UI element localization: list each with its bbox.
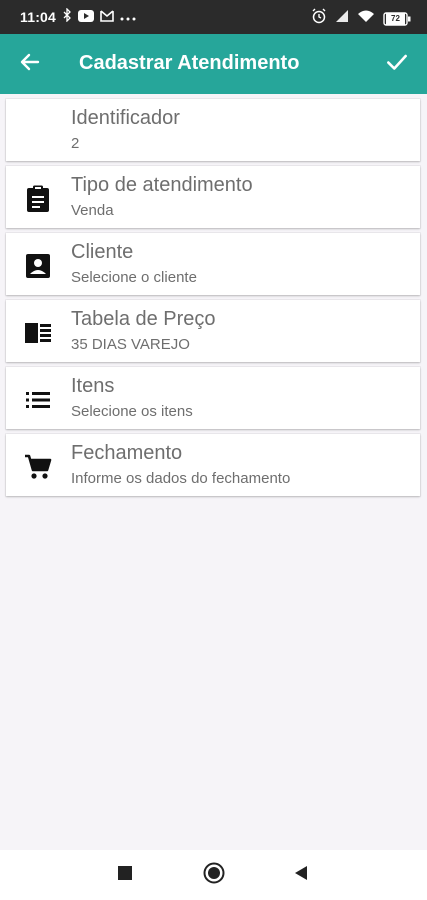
cart-icon (24, 453, 52, 481)
page-title: Cadastrar Atendimento (79, 52, 300, 74)
wifi-icon (357, 9, 375, 28)
back-button[interactable] (14, 48, 46, 80)
signal-icon (335, 9, 349, 28)
item-title: Identificador (71, 107, 180, 129)
item-title: Tabela de Preço (71, 308, 216, 330)
battery-icon: 72 (383, 11, 411, 26)
list-item-cliente[interactable]: Cliente Selecione o cliente (6, 233, 420, 295)
status-time: 11:04 (20, 9, 57, 25)
item-subtitle: Informe os dados do fechamento (71, 470, 291, 487)
list-item-tipo-atendimento[interactable]: Tipo de atendimento Venda (6, 166, 420, 228)
item-title: Cliente (71, 241, 134, 263)
confirm-button[interactable] (381, 48, 413, 80)
price-table-icon (24, 319, 52, 347)
check-icon (384, 49, 410, 80)
list-item-fechamento[interactable]: Fechamento Informe os dados do fechament… (6, 434, 420, 496)
clipboard-icon (24, 185, 52, 213)
arrow-back-icon (18, 50, 42, 79)
item-subtitle: Selecione os itens (71, 403, 193, 420)
mail-icon (100, 9, 114, 27)
item-subtitle: 2 (71, 135, 80, 152)
item-subtitle: Venda (71, 202, 114, 219)
item-title: Itens (71, 375, 115, 397)
item-subtitle: 35 DIAS VAREJO (71, 336, 190, 353)
app-bar: Cadastrar Atendimento (0, 34, 427, 94)
square-icon (118, 865, 132, 885)
alarm-icon (311, 8, 327, 29)
status-right-icons: 72 (311, 8, 411, 29)
home-button[interactable] (201, 862, 227, 888)
bluetooth-icon (62, 7, 72, 27)
more-icon (120, 9, 136, 27)
youtube-icon (78, 9, 94, 27)
status-left-icons (62, 7, 136, 27)
nav-back-button[interactable] (288, 862, 314, 888)
form-list: Identificador 2 Tipo de atendimento Vend… (6, 99, 420, 501)
contact-icon (24, 252, 52, 280)
list-item-itens[interactable]: Itens Selecione os itens (6, 367, 420, 429)
item-title: Tipo de atendimento (71, 174, 253, 196)
list-item-identificador[interactable]: Identificador 2 (6, 99, 420, 161)
list-icon (24, 386, 52, 414)
triangle-back-icon (294, 865, 308, 886)
status-bar: 11:04 72 (0, 0, 427, 34)
recents-button[interactable] (112, 862, 138, 888)
navigation-bar (0, 850, 427, 900)
item-subtitle: Selecione o cliente (71, 269, 197, 286)
battery-level: 72 (386, 12, 405, 25)
item-title: Fechamento (71, 442, 183, 464)
list-item-tabela-preco[interactable]: Tabela de Preço 35 DIAS VAREJO (6, 300, 420, 362)
circle-icon (203, 862, 225, 889)
